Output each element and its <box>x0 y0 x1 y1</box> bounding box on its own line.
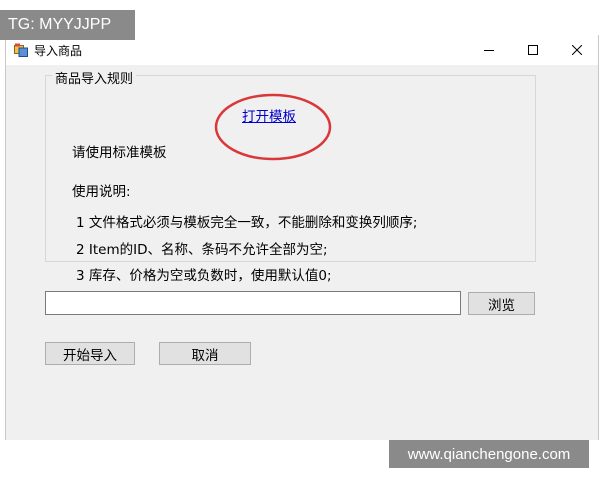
browse-button[interactable]: 浏览 <box>468 292 535 315</box>
file-path-input[interactable] <box>45 291 461 315</box>
maximize-button[interactable] <box>511 35 555 65</box>
highlight-oval <box>214 93 332 161</box>
watermark-bottom-right: www.qianchengone.com <box>389 440 589 468</box>
groupbox-legend: 商品导入规则 <box>52 68 137 87</box>
close-button[interactable] <box>555 35 599 65</box>
window-title: 导入商品 <box>34 44 83 58</box>
app-window-icon <box>14 43 28 57</box>
template-label: 请使用标准模板 <box>72 145 167 161</box>
close-icon <box>572 45 582 55</box>
start-import-button[interactable]: 开始导入 <box>45 342 135 365</box>
usage-title: 使用说明: <box>72 184 131 200</box>
rule-item: 3 库存、价格为空或负数时，使用默认值0; <box>76 268 332 284</box>
minimize-icon <box>484 50 494 51</box>
rule-item: 2 Item的ID、名称、条码不允许全部为空; <box>76 242 328 258</box>
cancel-button[interactable]: 取消 <box>159 342 251 365</box>
maximize-icon <box>528 45 538 55</box>
watermark-top-left: TG: MYYJJPP <box>0 10 135 40</box>
open-template-link[interactable]: 打开模板 <box>242 105 296 125</box>
minimize-button[interactable] <box>467 35 511 65</box>
rule-item: 1 文件格式必须与模板完全一致，不能删除和变换列顺序; <box>76 215 418 231</box>
